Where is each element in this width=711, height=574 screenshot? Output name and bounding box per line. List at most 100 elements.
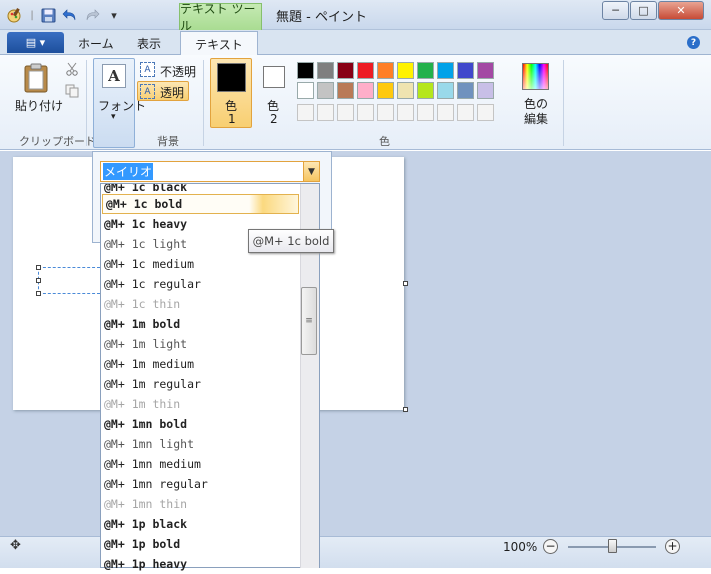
canvas-resize-handle[interactable] — [403, 281, 408, 286]
palette-swatch[interactable] — [437, 82, 454, 99]
group-separator — [203, 60, 204, 146]
palette-swatch[interactable] — [297, 62, 314, 79]
palette-empty-swatch[interactable] — [457, 104, 474, 121]
font-list-item[interactable]: @M+ 1c bold — [102, 194, 299, 214]
paint-app-icon[interactable] — [6, 7, 22, 23]
palette-swatch[interactable] — [297, 82, 314, 99]
transparent-label: 透明 — [160, 86, 185, 100]
font-dropdown-arrow-icon[interactable]: ▼ — [303, 161, 320, 182]
background-group-label: 背景 — [157, 135, 179, 148]
text-box-handle[interactable] — [36, 265, 41, 270]
separator: | — [30, 9, 34, 21]
edit-colors-button[interactable]: 色の編集 — [522, 97, 550, 127]
font-tooltip: @M+ 1c bold — [248, 229, 334, 253]
colors-group-label: 色 — [379, 135, 390, 148]
palette-swatch[interactable] — [337, 82, 354, 99]
font-list-item[interactable]: @M+ 1c regular — [101, 274, 301, 294]
copy-icon[interactable] — [65, 84, 79, 101]
font-family-input[interactable]: メイリオ — [100, 161, 304, 182]
undo-icon[interactable] — [62, 7, 78, 23]
customize-quick-access-icon[interactable]: ▾ — [106, 7, 122, 23]
tab-text[interactable]: テキスト — [180, 31, 258, 56]
edit-colors-icon[interactable] — [522, 63, 549, 90]
color2-swatch[interactable] — [263, 66, 285, 88]
font-list-item[interactable]: @M+ 1mn medium — [101, 454, 301, 474]
text-box-handle[interactable] — [36, 278, 41, 283]
palette-swatch[interactable] — [357, 62, 374, 79]
color1-number: 1 — [228, 112, 236, 126]
font-list-item[interactable]: @M+ 1m bold — [101, 314, 301, 334]
group-separator — [86, 60, 87, 146]
group-separator — [563, 60, 564, 146]
font-list-item[interactable]: @M+ 1p bold — [101, 534, 301, 554]
font-family-value: メイリオ — [103, 163, 154, 180]
window-title: 無題 - ペイント — [276, 10, 367, 25]
clipboard-group-label: クリップボード — [19, 135, 96, 148]
text-box-handle[interactable] — [36, 291, 41, 296]
move-cursor-icon: ✥ — [10, 538, 21, 553]
font-list-item[interactable]: @M+ 1mn thin — [101, 494, 301, 514]
font-list-item[interactable]: @M+ 1m light — [101, 334, 301, 354]
font-list-item[interactable]: @M+ 1mn bold — [101, 414, 301, 434]
palette-swatch[interactable] — [357, 82, 374, 99]
contextual-tab-group-label: テキスト ツール — [179, 2, 262, 33]
palette-empty-swatch[interactable] — [357, 104, 374, 121]
palette-swatch[interactable] — [337, 62, 354, 79]
palette-empty-swatch[interactable] — [397, 104, 414, 121]
palette-swatch[interactable] — [317, 62, 334, 79]
palette-swatch[interactable] — [437, 62, 454, 79]
minimize-button[interactable]: ─ — [602, 1, 629, 20]
font-list-item[interactable]: @M+ 1c thin — [101, 294, 301, 314]
zoom-slider-thumb[interactable] — [608, 539, 617, 553]
palette-swatch[interactable] — [477, 82, 494, 99]
palette-swatch[interactable] — [417, 62, 434, 79]
palette-swatch[interactable] — [377, 82, 394, 99]
palette-empty-swatch[interactable] — [377, 104, 394, 121]
palette-swatch[interactable] — [397, 82, 414, 99]
palette-swatch[interactable] — [477, 62, 494, 79]
canvas-resize-handle[interactable] — [403, 407, 408, 412]
paint-menu-button[interactable]: ▤ ▾ — [7, 32, 64, 53]
palette-empty-swatch[interactable] — [297, 104, 314, 121]
palette-swatch[interactable] — [377, 62, 394, 79]
palette-empty-swatch[interactable] — [317, 104, 334, 121]
redo-icon[interactable] — [84, 7, 100, 23]
palette-swatch[interactable] — [417, 82, 434, 99]
chevron-down-icon: ▾ — [111, 112, 116, 122]
tab-view[interactable]: 表示 — [137, 35, 161, 52]
font-list-item[interactable]: @M+ 1c black — [101, 184, 301, 194]
tab-home[interactable]: ホーム — [78, 35, 114, 52]
zoom-in-button[interactable]: + — [665, 539, 680, 554]
palette-swatch[interactable] — [457, 82, 474, 99]
palette-empty-swatch[interactable] — [437, 104, 454, 121]
font-list-item[interactable]: @M+ 1mn light — [101, 434, 301, 454]
palette-empty-swatch[interactable] — [337, 104, 354, 121]
paste-button-label[interactable]: 貼り付け — [15, 97, 63, 114]
palette-empty-swatch[interactable] — [417, 104, 434, 121]
font-list-item[interactable]: @M+ 1p black — [101, 514, 301, 534]
font-list-item[interactable]: @M+ 1m regular — [101, 374, 301, 394]
color2-number: 2 — [270, 112, 278, 126]
cut-icon[interactable] — [65, 62, 79, 79]
text-box[interactable] — [38, 267, 100, 294]
help-icon[interactable]: ? — [687, 36, 700, 49]
paste-icon[interactable] — [22, 62, 52, 97]
color1-swatch — [217, 63, 246, 92]
font-list-item[interactable]: @M+ 1p heavy — [101, 554, 301, 574]
opaque-icon: A — [140, 62, 155, 77]
font-list-item[interactable]: @M+ 1mn regular — [101, 474, 301, 494]
font-list-item[interactable]: @M+ 1c medium — [101, 254, 301, 274]
maximize-button[interactable]: □ — [630, 1, 657, 20]
close-button[interactable]: ✕ — [658, 1, 704, 20]
scrollbar-thumb[interactable]: ≡ — [301, 287, 317, 355]
opaque-button[interactable]: 不透明 — [160, 63, 196, 80]
font-list-item[interactable]: @M+ 1m thin — [101, 394, 301, 414]
zoom-out-button[interactable]: − — [543, 539, 558, 554]
zoom-level: 100% — [503, 540, 538, 554]
palette-swatch[interactable] — [457, 62, 474, 79]
palette-swatch[interactable] — [317, 82, 334, 99]
save-icon[interactable] — [40, 7, 56, 23]
palette-empty-swatch[interactable] — [477, 104, 494, 121]
font-list-item[interactable]: @M+ 1m medium — [101, 354, 301, 374]
palette-swatch[interactable] — [397, 62, 414, 79]
